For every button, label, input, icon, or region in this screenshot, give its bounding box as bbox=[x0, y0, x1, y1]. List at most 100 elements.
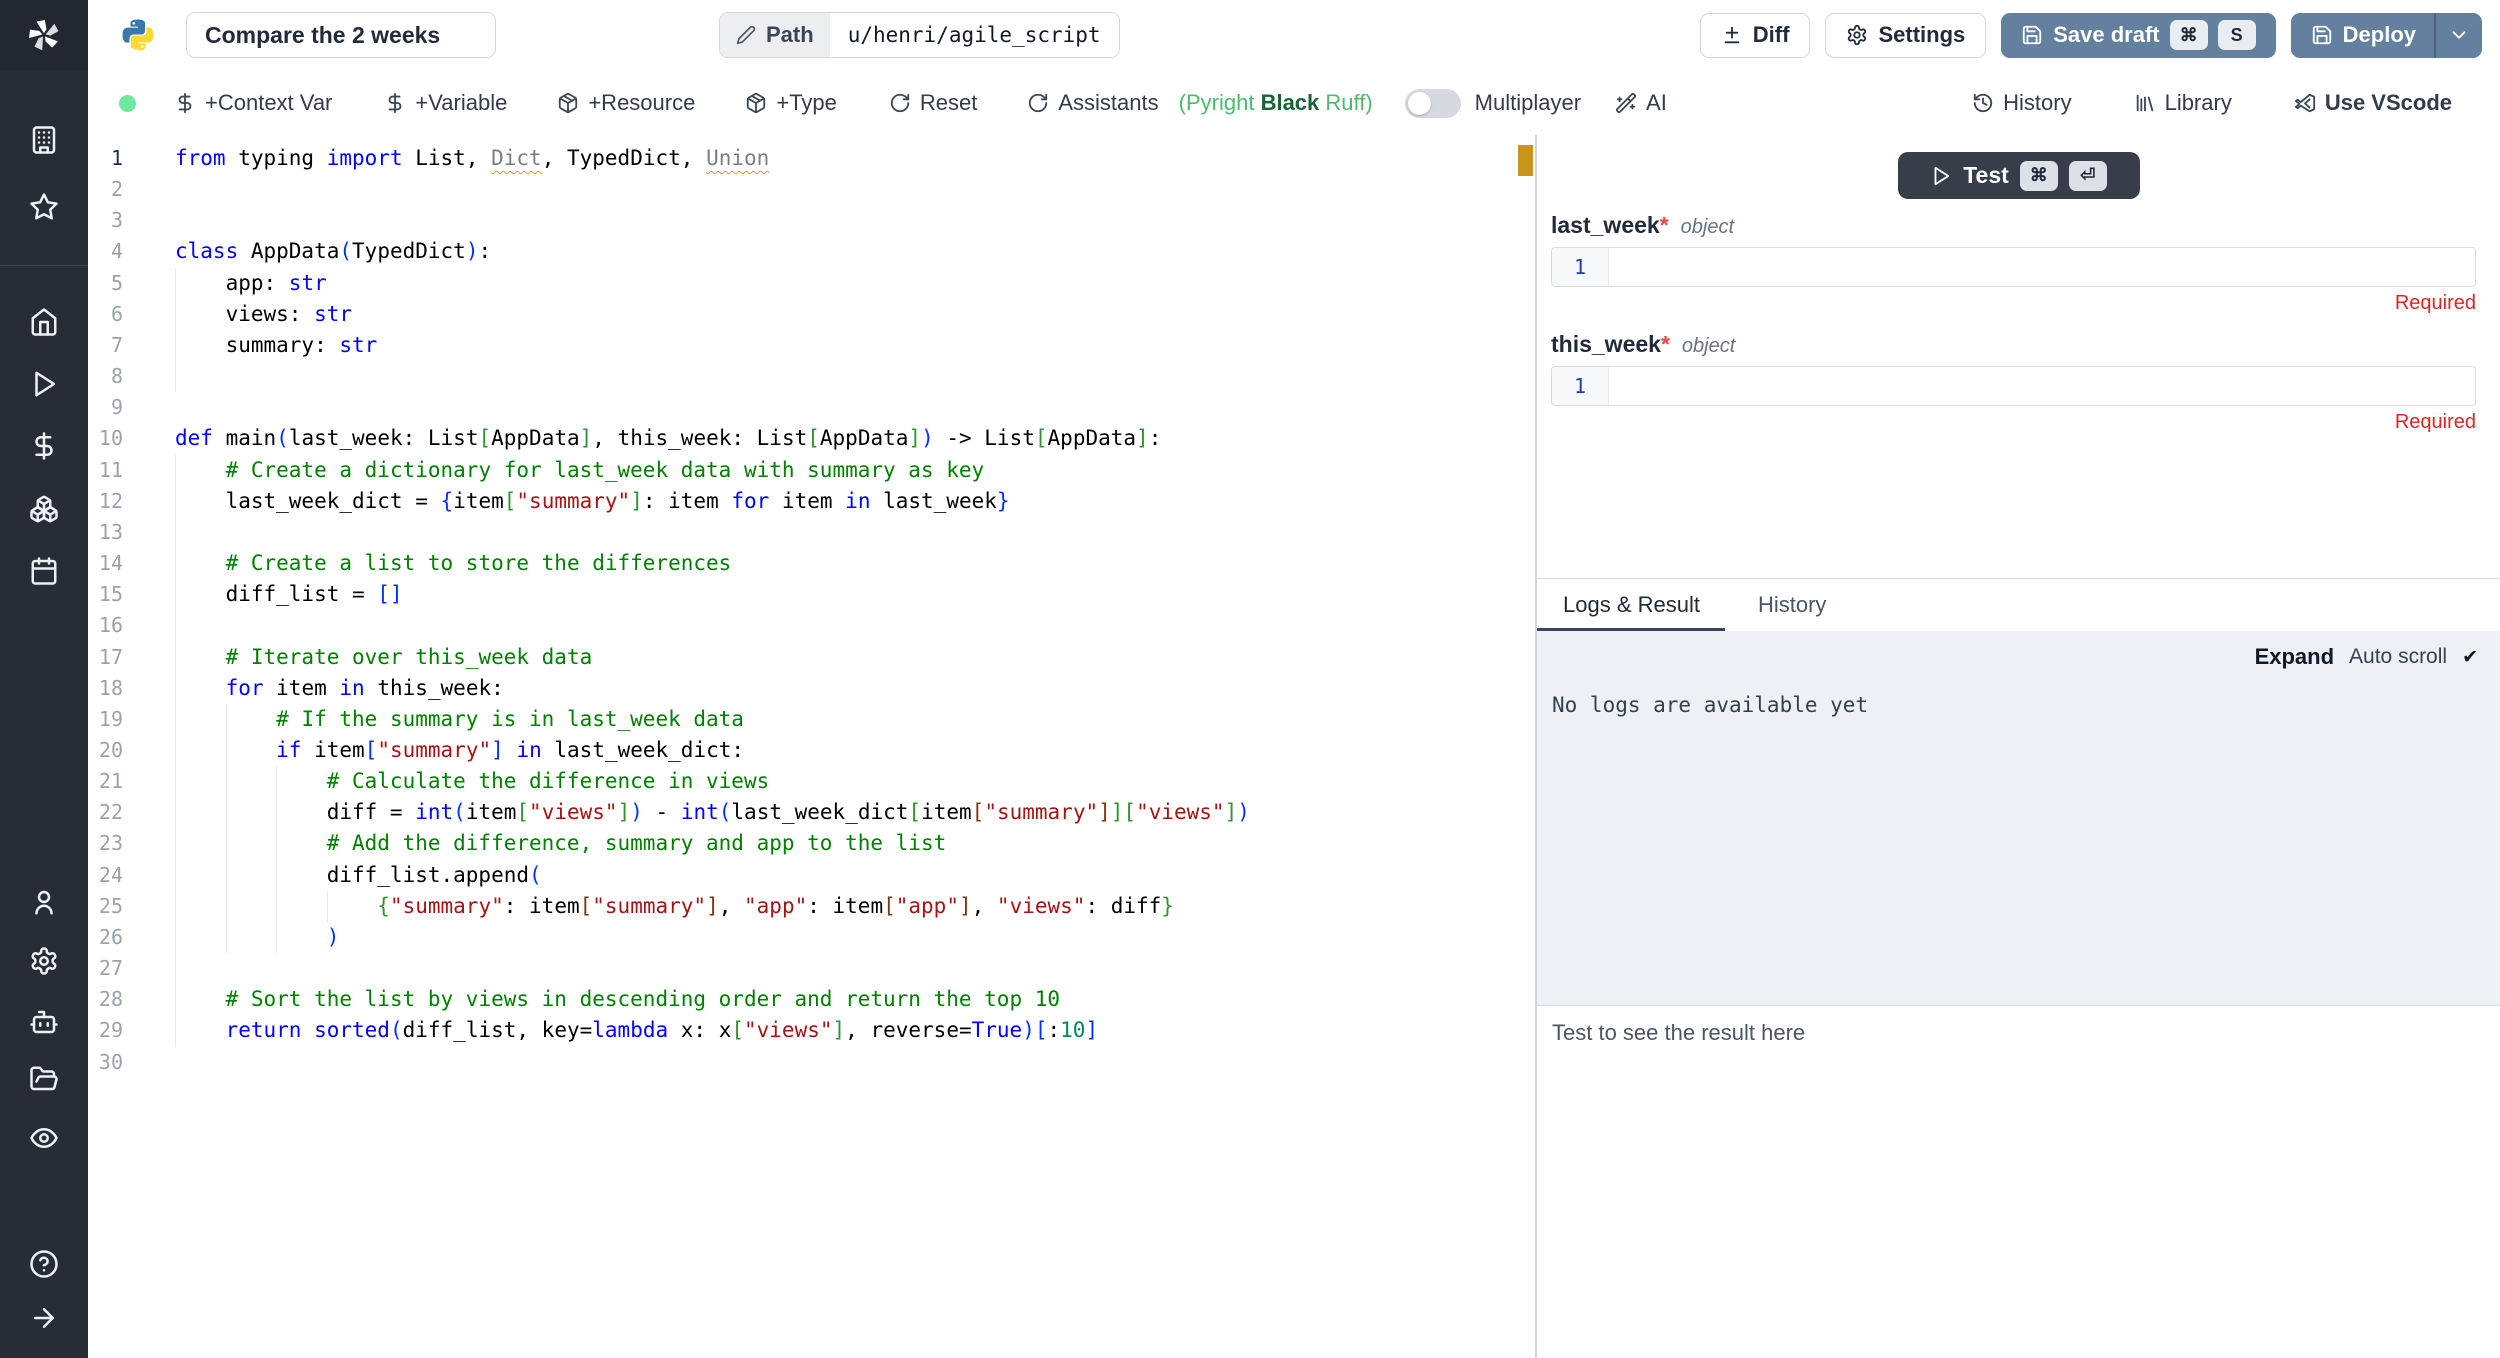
code-line[interactable]: 16 bbox=[88, 610, 1484, 641]
add-type-button[interactable]: +Type bbox=[745, 90, 837, 116]
line-number: 6 bbox=[88, 299, 123, 330]
code-line[interactable]: 13 bbox=[88, 517, 1484, 548]
code-line[interactable]: 3 bbox=[88, 205, 1484, 236]
indent-guide bbox=[226, 922, 227, 953]
indent-guide bbox=[226, 891, 227, 922]
sidebar-item-resources[interactable] bbox=[29, 494, 59, 524]
test-button[interactable]: Test ⌘ ⏎ bbox=[1898, 152, 2140, 199]
multiplayer-label: Multiplayer bbox=[1475, 90, 1581, 116]
sidebar-item-schedules[interactable] bbox=[29, 556, 59, 586]
sidebar-item-workspace[interactable] bbox=[29, 125, 59, 155]
code-line[interactable]: 18 for item in this_week: bbox=[88, 673, 1484, 704]
play-icon bbox=[29, 369, 59, 399]
code-editor[interactable]: 1from typing import List, Dict, TypedDic… bbox=[88, 136, 1485, 1358]
code-line[interactable]: 28 # Sort the list by views in descendin… bbox=[88, 984, 1484, 1015]
indent-guide bbox=[226, 860, 227, 891]
dollar-icon bbox=[384, 92, 406, 114]
settings-button[interactable]: Settings bbox=[1825, 13, 1986, 58]
history-button[interactable]: History bbox=[1972, 90, 2071, 116]
assistants-status: (Pyright Black Ruff) bbox=[1179, 90, 1373, 116]
sidebar-item-folders[interactable] bbox=[29, 1064, 59, 1094]
deploy-label: Deploy bbox=[2343, 22, 2416, 48]
code-line[interactable]: 14 # Create a list to store the differen… bbox=[88, 548, 1484, 579]
code-line[interactable]: 30 bbox=[88, 1047, 1484, 1078]
lint-pyright: (Pyright bbox=[1179, 90, 1261, 115]
code-line[interactable]: 20 if item["summary"] in last_week_dict: bbox=[88, 735, 1484, 766]
add-variable-button[interactable]: +Variable bbox=[384, 90, 507, 116]
line-number: 26 bbox=[88, 922, 123, 953]
json-input-field[interactable] bbox=[1609, 248, 2475, 286]
pencil-icon bbox=[736, 25, 756, 45]
edit-path-button[interactable]: Path bbox=[720, 13, 830, 57]
code-line[interactable]: 2 bbox=[88, 174, 1484, 205]
library-button[interactable]: Library bbox=[2134, 90, 2232, 116]
code-line[interactable]: 12 last_week_dict = {item["summary"]: it… bbox=[88, 486, 1484, 517]
sidebar-item-workers[interactable] bbox=[29, 1007, 59, 1037]
indent-guide bbox=[175, 455, 176, 486]
code-line[interactable]: 4class AppData(TypedDict): bbox=[88, 236, 1484, 267]
code-line[interactable]: 1from typing import List, Dict, TypedDic… bbox=[88, 143, 1484, 174]
tab-history[interactable]: History bbox=[1758, 592, 1826, 618]
expand-button[interactable]: Expand bbox=[2255, 644, 2334, 670]
tab-logs-result[interactable]: Logs & Result bbox=[1563, 592, 1700, 618]
line-number: 15 bbox=[88, 579, 123, 610]
code-line[interactable]: 15 diff_list = [] bbox=[88, 579, 1484, 610]
autoscroll-toggle[interactable]: Auto scroll bbox=[2349, 645, 2447, 669]
reset-button[interactable]: Reset bbox=[889, 90, 977, 116]
code-line[interactable]: 17 # Iterate over this_week data bbox=[88, 642, 1484, 673]
sidebar-item-settings[interactable] bbox=[29, 946, 59, 976]
code-line[interactable]: 27 bbox=[88, 953, 1484, 984]
ai-button[interactable]: AI bbox=[1615, 90, 1667, 116]
multiplayer-toggle[interactable] bbox=[1405, 89, 1461, 118]
cmd-key-badge: ⌘ bbox=[2020, 161, 2058, 191]
this-week-json-input[interactable]: 1 bbox=[1551, 366, 2476, 406]
add-context-var-button[interactable]: +Context Var bbox=[174, 90, 332, 116]
use-vscode-button[interactable]: Use VScode bbox=[2294, 90, 2452, 116]
code-line[interactable]: 29 return sorted(diff_list, key=lambda x… bbox=[88, 1015, 1484, 1046]
sidebar-item-favorites[interactable] bbox=[29, 192, 59, 222]
code-line[interactable]: 10def main(last_week: List[AppData], thi… bbox=[88, 423, 1484, 454]
save-draft-label: Save draft bbox=[2053, 22, 2159, 48]
code-line[interactable]: 22 diff = int(item["views"]) - int(last_… bbox=[88, 797, 1484, 828]
sidebar-item-variables[interactable] bbox=[29, 431, 59, 461]
bottom-tabs: Logs & Result History bbox=[1537, 578, 2500, 631]
indent-guide bbox=[175, 673, 176, 704]
required-hint: Required bbox=[1551, 411, 2476, 434]
code-line[interactable]: 23 # Add the difference, summary and app… bbox=[88, 828, 1484, 859]
line-number: 1 bbox=[88, 143, 123, 174]
sidebar-item-home[interactable] bbox=[29, 307, 59, 337]
diff-button[interactable]: Diff bbox=[1700, 13, 1811, 58]
code-line[interactable]: 6 views: str bbox=[88, 299, 1484, 330]
json-input-field[interactable] bbox=[1609, 367, 2475, 405]
code-line[interactable]: 5 app: str bbox=[88, 268, 1484, 299]
code-line[interactable]: 9 bbox=[88, 392, 1484, 423]
add-resource-button[interactable]: +Resource bbox=[557, 90, 695, 116]
code-line[interactable]: 19 # If the summary is in last_week data bbox=[88, 704, 1484, 735]
last-week-json-input[interactable]: 1 bbox=[1551, 247, 2476, 287]
editor-toolbar: +Context Var +Variable +Resource +Type R… bbox=[88, 70, 2500, 137]
sidebar-collapse-button[interactable] bbox=[29, 1303, 59, 1333]
code-line[interactable]: 7 summary: str bbox=[88, 330, 1484, 361]
code-line[interactable]: 25 {"summary": item["summary"], "app": i… bbox=[88, 891, 1484, 922]
assistants-button[interactable]: Assistants bbox=[1027, 90, 1158, 116]
code-line[interactable]: 11 # Create a dictionary for last_week d… bbox=[88, 455, 1484, 486]
indent-guide bbox=[175, 828, 176, 859]
chevron-down-icon[interactable] bbox=[2448, 24, 2470, 46]
code-lines[interactable]: 1from typing import List, Dict, TypedDic… bbox=[88, 136, 1484, 1078]
path-input[interactable]: u/henri/agile_script bbox=[830, 13, 1119, 57]
code-line[interactable]: 8 bbox=[88, 361, 1484, 392]
sidebar-item-audit-logs[interactable] bbox=[29, 1123, 59, 1153]
sidebar-item-help[interactable] bbox=[29, 1249, 59, 1279]
sidebar-item-runs[interactable] bbox=[29, 369, 59, 399]
code-line[interactable]: 21 # Calculate the difference in views bbox=[88, 766, 1484, 797]
sidebar-item-users[interactable] bbox=[29, 887, 59, 917]
code-line[interactable]: 26 ) bbox=[88, 922, 1484, 953]
code-line[interactable]: 24 diff_list.append( bbox=[88, 860, 1484, 891]
arg-type: object bbox=[1681, 216, 1734, 239]
deploy-button[interactable]: Deploy bbox=[2291, 13, 2482, 58]
save-draft-button[interactable]: Save draft ⌘ S bbox=[2001, 13, 2275, 58]
script-title-input[interactable]: Compare the 2 weeks bbox=[186, 12, 496, 58]
editor-overview-ruler[interactable] bbox=[1484, 136, 1535, 1358]
line-number: 22 bbox=[88, 797, 123, 828]
workspace-logo-button[interactable] bbox=[0, 0, 88, 70]
